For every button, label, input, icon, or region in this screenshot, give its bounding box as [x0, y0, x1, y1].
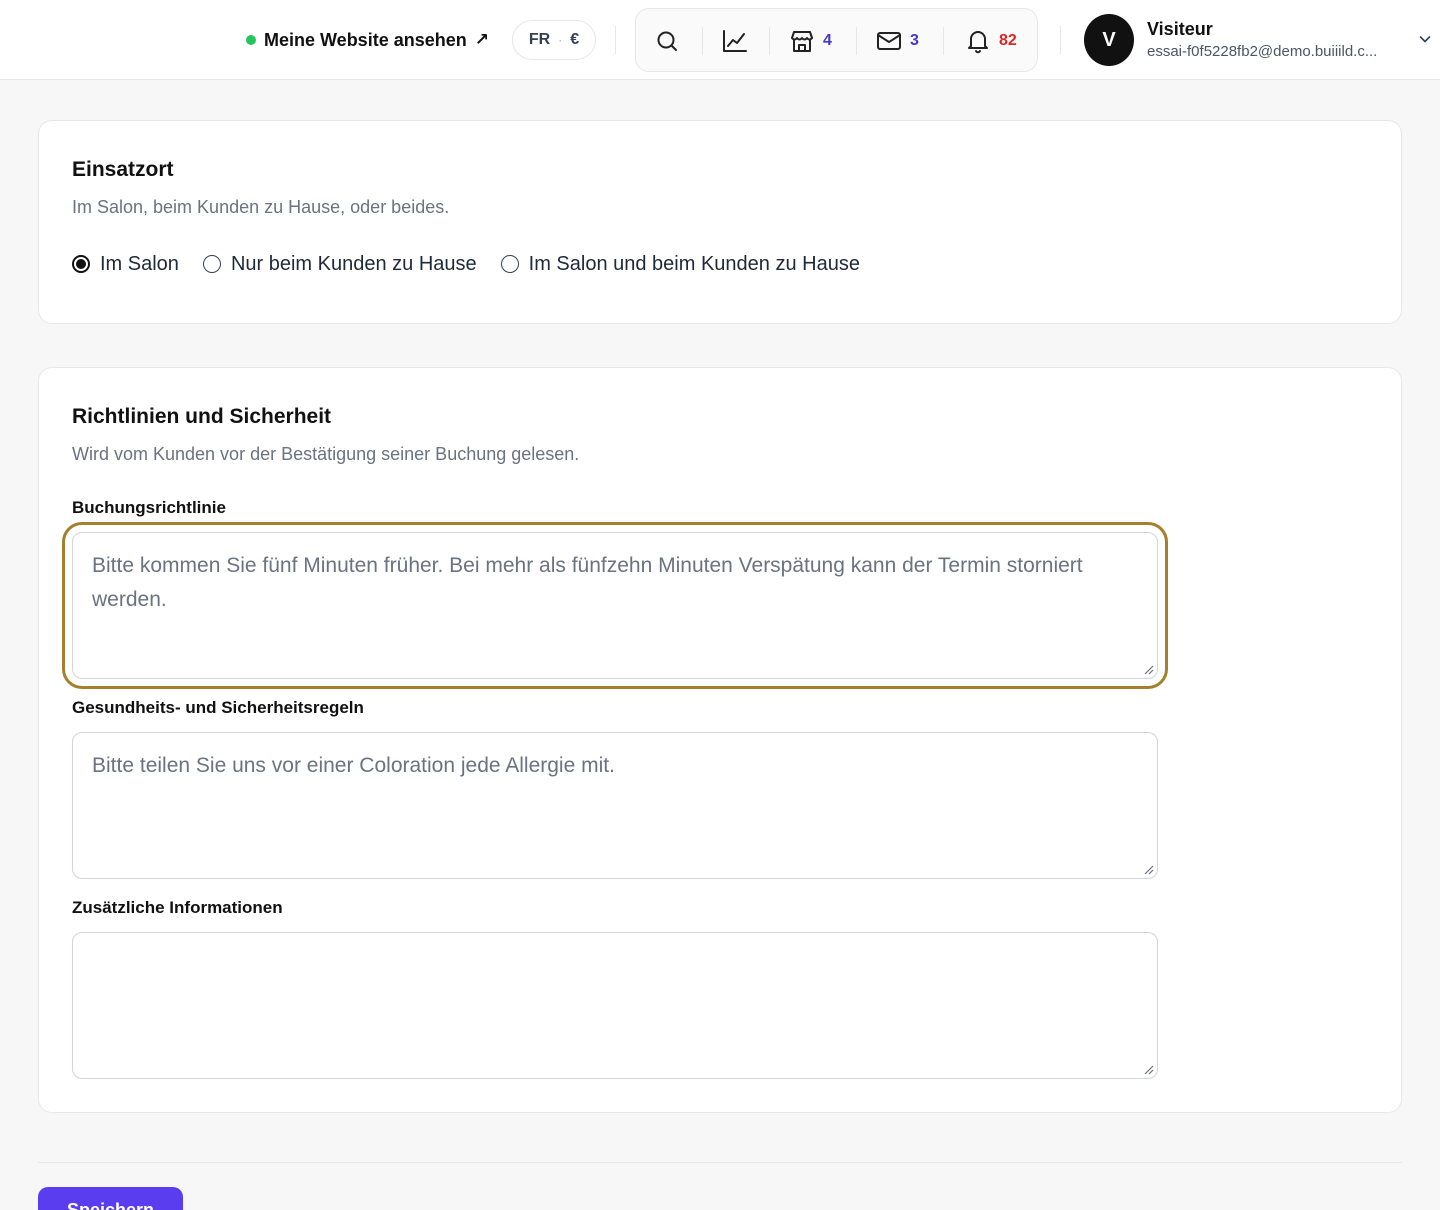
radio-option-in-salon[interactable]: Im Salon	[72, 253, 179, 276]
section-title: Richtlinien und Sicherheit	[72, 405, 332, 428]
toolbar-divider	[769, 27, 770, 55]
header-toolbar: 4 3 82	[635, 8, 1038, 72]
radio-button-selected[interactable]	[72, 255, 90, 273]
radio-label: Im Salon	[100, 252, 179, 275]
chevron-down-icon	[1419, 36, 1431, 43]
toolbar-divider	[702, 27, 703, 55]
textarea-placeholder: Bitte teilen Sie uns vor einer Coloratio…	[92, 754, 615, 777]
header-divider	[615, 26, 616, 54]
header-divider	[1060, 26, 1061, 54]
search-icon	[657, 31, 677, 51]
section-subtitle: Wird vom Kunden vor der Bestätigung sein…	[72, 444, 580, 464]
store-count-badge: 4	[823, 32, 832, 49]
booking-policy-textarea[interactable]: Bitte kommen Sie fünf Minuten früher. Be…	[62, 522, 1168, 689]
toolbar-divider	[943, 27, 944, 55]
notifications-count-badge: 82	[999, 32, 1017, 49]
service-location-card: Einsatzort Im Salon, beim Kunden zu Haus…	[38, 120, 1402, 324]
additional-info-label: Zusätzliche Informationen	[72, 898, 283, 917]
user-menu[interactable]: V Visiteur essai-f0f5228fb2@demo.buiiild…	[1084, 14, 1434, 66]
resize-handle-icon[interactable]	[1143, 1064, 1154, 1075]
booking-policy-label: Buchungsrichtlinie	[72, 498, 226, 517]
radio-button[interactable]	[202, 255, 221, 273]
user-email: essai-f0f5228fb2@demo.buiiild.c...	[1147, 43, 1378, 60]
currency-symbol: €	[570, 31, 580, 48]
top-bar: Meine Website ansehen ↗ FR · € 4 3 82 V …	[0, 0, 1440, 80]
language-code: FR	[528, 31, 551, 48]
locale-currency-switcher[interactable]: FR · €	[512, 20, 596, 60]
footer-divider	[38, 1162, 1402, 1163]
user-name: Visiteur	[1147, 19, 1213, 39]
notifications-button[interactable]: 82	[965, 23, 1017, 59]
store-button[interactable]: 4	[789, 23, 832, 59]
save-button[interactable]: Speichern	[38, 1187, 183, 1210]
store-icon	[791, 31, 813, 52]
radio-label: Im Salon und beim Kunden zu Hause	[528, 252, 860, 275]
messages-button[interactable]: 3	[876, 23, 919, 59]
resize-handle-icon[interactable]	[1143, 664, 1154, 675]
radio-button[interactable]	[500, 255, 519, 273]
additional-info-textarea[interactable]	[72, 932, 1158, 1079]
textarea-placeholder: Bitte kommen Sie fünf Minuten früher. Be…	[92, 554, 1083, 611]
bell-icon	[968, 31, 988, 54]
search-button[interactable]	[655, 23, 679, 59]
radio-option-both[interactable]: Im Salon und beim Kunden zu Hause	[500, 252, 860, 276]
mail-icon	[877, 32, 901, 50]
online-status-dot	[246, 35, 256, 45]
view-website-link[interactable]: Meine Website ansehen ↗	[246, 26, 489, 54]
view-website-label: Meine Website ansehen	[264, 29, 467, 50]
policies-safety-card: Richtlinien und Sicherheit Wird vom Kund…	[38, 367, 1402, 1113]
section-title: Einsatzort	[72, 158, 174, 181]
radio-option-at-home[interactable]: Nur beim Kunden zu Hause	[202, 252, 477, 276]
chart-line-icon	[723, 30, 747, 52]
resize-handle-icon[interactable]	[1143, 864, 1154, 875]
location-radio-group: Im Salon Nur beim Kunden zu Hause Im Sal…	[72, 250, 884, 278]
mail-count-badge: 3	[910, 32, 919, 49]
external-arrow-icon: ↗	[474, 30, 489, 49]
toolbar-divider	[856, 27, 857, 55]
health-safety-label: Gesundheits- und Sicherheitsregeln	[72, 698, 364, 717]
analytics-button[interactable]	[722, 23, 748, 59]
locale-separator: ·	[558, 33, 563, 47]
avatar: V	[1084, 14, 1134, 66]
section-subtitle: Im Salon, beim Kunden zu Hause, oder bei…	[72, 197, 450, 217]
health-safety-textarea[interactable]: Bitte teilen Sie uns vor einer Coloratio…	[72, 732, 1158, 879]
radio-label: Nur beim Kunden zu Hause	[230, 252, 477, 275]
